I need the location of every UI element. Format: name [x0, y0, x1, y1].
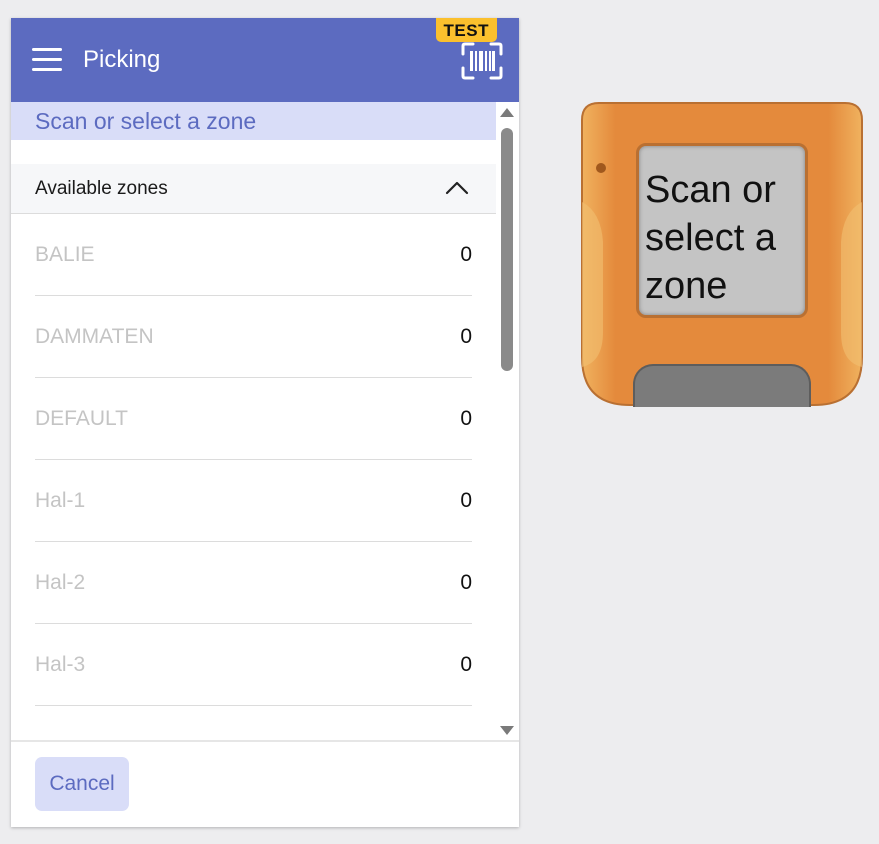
picking-app: Picking TEST Scan or select a zone Avail… [11, 18, 519, 827]
scroll-up-arrow-icon[interactable] [500, 108, 514, 117]
zone-name: DAMMATEN [35, 325, 154, 348]
zone-name: Hal-1 [35, 489, 86, 512]
zone-scroll-area: Available zones BALIE 0 DAMMATEN 0 DEFAU… [11, 140, 519, 740]
zone-count: 0 [460, 571, 472, 594]
scanner-screen: Scan or select a zone [636, 143, 808, 318]
instruction-banner: Scan or select a zone [11, 102, 496, 140]
zone-row[interactable]: BALIE 0 [35, 214, 472, 296]
scanner-trigger-button[interactable] [633, 364, 811, 407]
zone-count: 0 [460, 489, 472, 512]
scanner-screen-text: Scan or select a zone [645, 169, 776, 307]
scanner-device[interactable]: Scan or select a zone [581, 102, 863, 407]
zone-count: 0 [460, 325, 472, 348]
zone-count: 0 [460, 653, 472, 676]
zone-count: 0 [460, 243, 472, 266]
zone-row[interactable]: Hal-1 0 [35, 460, 472, 542]
zone-row[interactable]: Hal-3 0 [35, 624, 472, 706]
available-zones-title: Available zones [35, 178, 168, 199]
zone-row[interactable]: DAMMATEN 0 [35, 296, 472, 378]
vertical-scrollbar[interactable] [496, 102, 519, 740]
footer-bar: Cancel [11, 740, 519, 827]
zone-count: 0 [460, 407, 472, 430]
zone-row[interactable]: DEFAULT 0 [35, 378, 472, 460]
cancel-button[interactable]: Cancel [35, 757, 129, 811]
test-environment-badge: TEST [435, 18, 497, 42]
zone-row[interactable]: Hal-2 0 [35, 542, 472, 624]
menu-icon[interactable] [32, 48, 62, 72]
scrollbar-thumb[interactable] [501, 128, 513, 371]
zone-name: Hal-2 [35, 571, 86, 594]
page-title: Picking [83, 46, 161, 73]
zone-name: BALIE [35, 243, 95, 266]
chevron-up-icon[interactable] [444, 178, 470, 198]
zone-name: DEFAULT [35, 407, 128, 430]
zone-list: BALIE 0 DAMMATEN 0 DEFAULT 0 Hal-1 0 Hal… [35, 214, 472, 706]
barcode-scan-icon[interactable] [461, 42, 503, 80]
zone-name: Hal-3 [35, 653, 86, 676]
available-zones-header[interactable]: Available zones [11, 164, 496, 214]
scroll-down-arrow-icon[interactable] [500, 726, 514, 735]
app-header: Picking TEST [11, 18, 519, 102]
